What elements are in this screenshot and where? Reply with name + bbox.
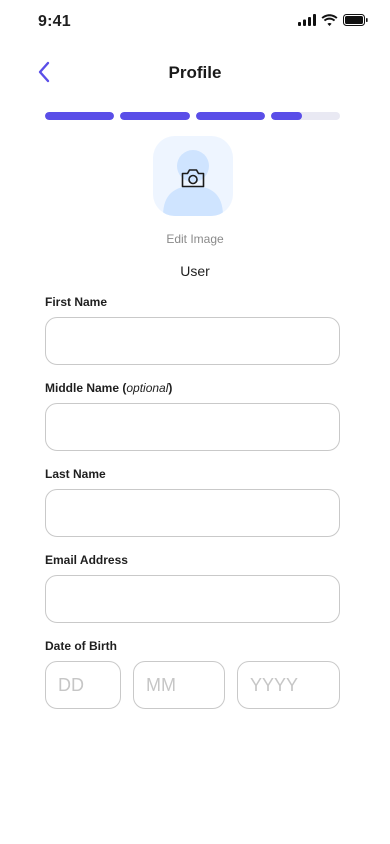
middle-name-label-close: ) <box>168 381 173 395</box>
middle-name-input[interactable] <box>45 403 340 451</box>
last-name-label: Last Name <box>45 467 106 481</box>
progress-step <box>195 112 265 120</box>
progress-step-fill <box>120 112 190 120</box>
header: Profile <box>0 52 390 92</box>
wifi-icon <box>321 14 338 26</box>
status-bar: 9:41 <box>0 0 390 44</box>
email-input[interactable] <box>45 575 340 623</box>
email-label: Email Address <box>45 553 128 567</box>
last-name-input[interactable] <box>45 489 340 537</box>
progress-step-fill <box>195 112 265 120</box>
camera-icon <box>181 169 205 188</box>
cellular-signal-icon <box>298 14 316 26</box>
dob-year-input[interactable] <box>237 661 340 709</box>
edit-image-link[interactable]: Edit Image <box>0 232 390 246</box>
dob-month-input[interactable] <box>133 661 225 709</box>
optional-hint: optional <box>126 381 169 395</box>
dob-label: Date of Birth <box>45 639 117 653</box>
first-name-label: First Name <box>45 295 108 309</box>
page-title: Profile <box>168 63 222 82</box>
progress-step <box>120 112 190 120</box>
progress-bar <box>45 112 340 120</box>
first-name-input[interactable] <box>45 317 340 365</box>
middle-name-label: Middle Name (optional) <box>45 381 172 395</box>
avatar[interactable] <box>153 136 233 216</box>
progress-step <box>45 112 115 120</box>
battery-icon <box>343 14 368 26</box>
progress-step-fill <box>45 112 115 120</box>
middle-name-label-text: Middle Name ( <box>45 381 127 395</box>
progress-step <box>270 112 340 120</box>
status-time: 9:41 <box>38 13 71 30</box>
progress-step-fill <box>270 112 302 120</box>
dob-day-input[interactable] <box>45 661 121 709</box>
status-icons <box>298 14 368 26</box>
user-name: User <box>180 263 210 279</box>
